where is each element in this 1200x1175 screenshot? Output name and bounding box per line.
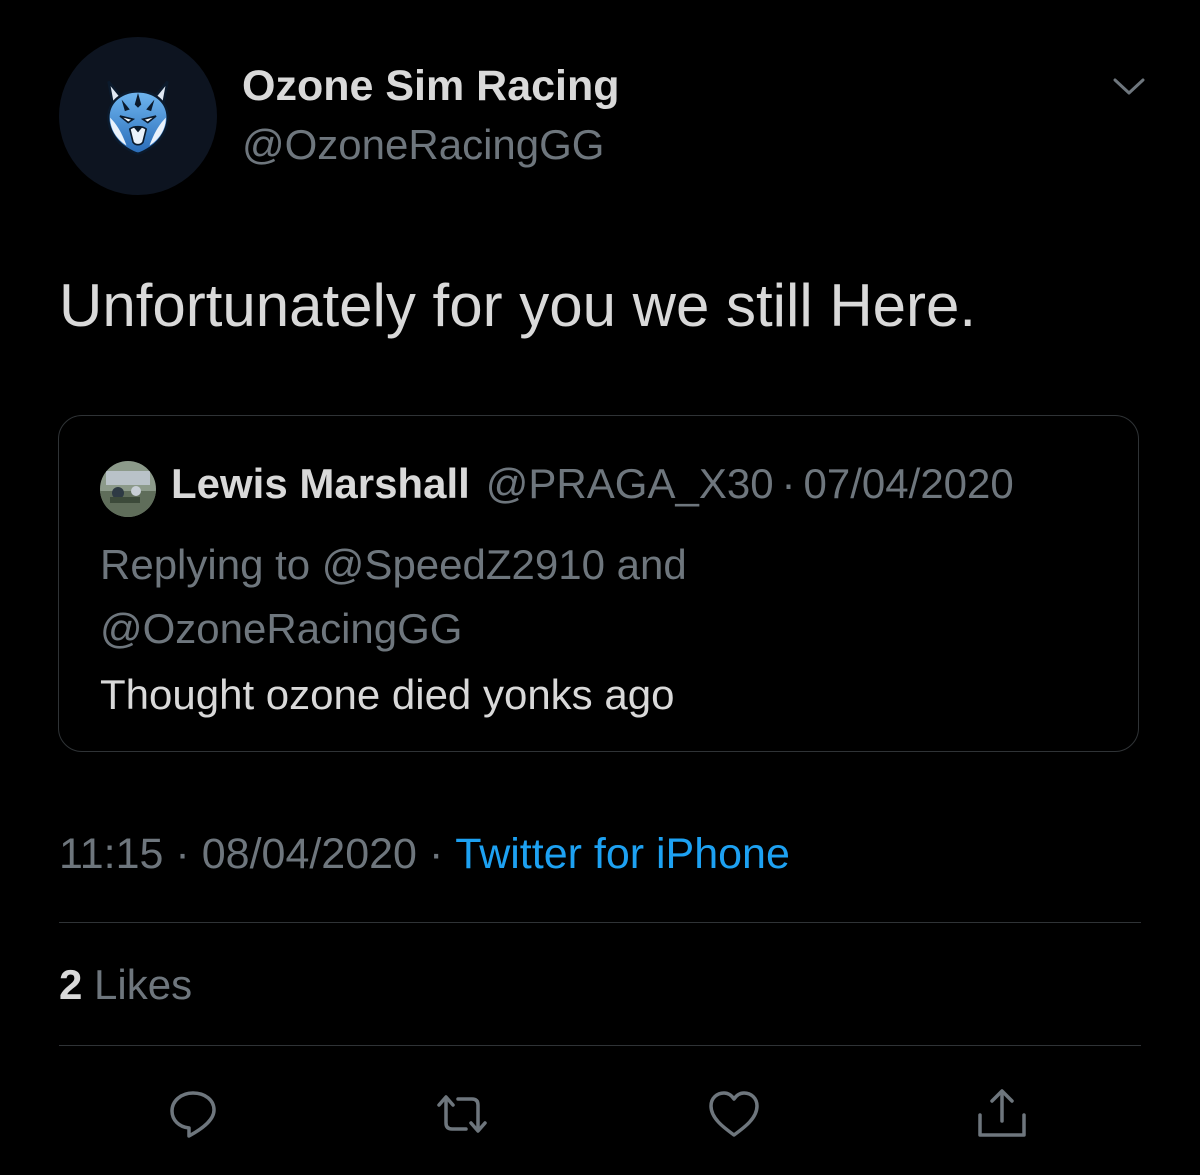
reply-button[interactable] xyxy=(163,1084,223,1144)
retweet-button[interactable] xyxy=(432,1084,492,1144)
chevron-down-icon xyxy=(1113,78,1145,95)
likes-count: 2 xyxy=(59,961,83,1008)
tweet-meta: 11:15 · 08/04/2020 · Twitter for iPhone xyxy=(59,830,790,879)
share-button[interactable] xyxy=(972,1084,1032,1144)
tweet-date: 08/04/2020 xyxy=(201,830,417,878)
divider xyxy=(59,922,1141,923)
likes-label: Likes xyxy=(94,961,193,1008)
share-icon xyxy=(978,1089,1026,1137)
quoted-reply-context: Replying to @SpeedZ2910 and @OzoneRacing… xyxy=(100,541,687,652)
quoted-tweet-text: Thought ozone died yonks ago xyxy=(100,671,675,718)
quoted-author-name[interactable]: Lewis Marshall xyxy=(171,460,470,508)
tweet-text: Unfortunately for you we still Here. xyxy=(59,272,977,339)
like-button[interactable] xyxy=(704,1084,764,1144)
tiger-logo-icon xyxy=(107,80,169,155)
quoted-tweet[interactable]: Lewis Marshall @PRAGA_X30 · 07/04/2020 R… xyxy=(58,415,1139,752)
avatar-photo-icon xyxy=(100,461,156,517)
author-display-name[interactable]: Ozone Sim Racing xyxy=(242,62,620,111)
divider xyxy=(59,1045,1141,1046)
author-handle[interactable]: @OzoneRacingGG xyxy=(242,121,604,169)
meta-separator-2: · xyxy=(428,830,444,878)
quoted-author-avatar[interactable] xyxy=(100,461,156,517)
retweet-icon xyxy=(437,1095,487,1133)
author-avatar[interactable] xyxy=(59,37,217,195)
quoted-author-handle[interactable]: @PRAGA_X30 xyxy=(486,460,774,508)
quoted-tweet-header: Lewis Marshall @PRAGA_X30 · 07/04/2020 xyxy=(171,460,1014,508)
quoted-separator: · xyxy=(781,460,796,507)
like-icon xyxy=(709,1091,759,1137)
quoted-date: 07/04/2020 xyxy=(803,460,1014,507)
meta-separator: · xyxy=(175,830,190,878)
tweet-source-link[interactable]: Twitter for iPhone xyxy=(455,830,790,879)
more-options-button[interactable] xyxy=(1112,70,1146,104)
likes-summary[interactable]: 2 Likes xyxy=(59,961,192,1009)
tweet-time: 11:15 xyxy=(59,830,164,878)
reply-icon xyxy=(170,1091,216,1138)
